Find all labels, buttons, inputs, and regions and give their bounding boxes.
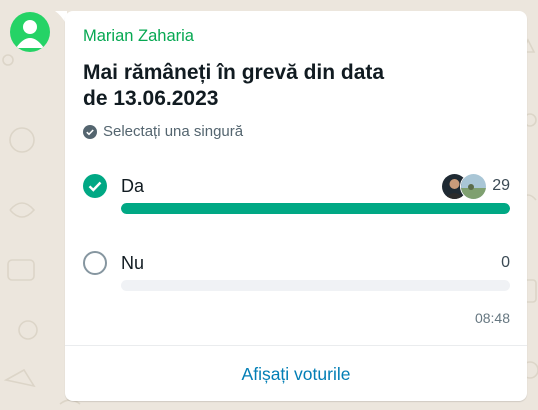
poll-hint: Selectați una singură (83, 123, 243, 140)
sender-name[interactable]: Marian Zaharia (83, 27, 194, 46)
poll-option-label: Nu (121, 253, 145, 273)
divider (65, 345, 527, 346)
poll-question: Mai rămâneți în grevă din data de 13.06.… (83, 61, 385, 110)
empty-circle-icon[interactable] (83, 251, 107, 275)
poll-progress-track (121, 280, 510, 291)
poll-message-bubble: Marian Zaharia Mai rămâneți în grevă din… (65, 11, 527, 401)
view-votes-button[interactable]: Afișați voturile (65, 364, 527, 385)
poll-option-count: 29 (492, 177, 510, 194)
checked-circle-icon[interactable] (83, 174, 107, 198)
poll-option-count: 0 (501, 254, 510, 271)
check-circle-icon (83, 124, 97, 139)
poll-hint-text: Selectați una singură (103, 123, 244, 140)
message-timestamp: 08:48 (474, 310, 510, 326)
poll-option-da[interactable]: Da 29 (83, 173, 510, 220)
default-user-icon (16, 20, 44, 48)
poll-progress-fill (121, 203, 510, 214)
poll-progress-track (121, 203, 510, 214)
sender-avatar[interactable] (10, 12, 50, 52)
poll-option-label: Da (121, 176, 145, 196)
voter-avatars[interactable] (441, 173, 487, 200)
poll-option-nu[interactable]: Nu 0 (83, 251, 510, 297)
voter-avatar (460, 173, 487, 200)
